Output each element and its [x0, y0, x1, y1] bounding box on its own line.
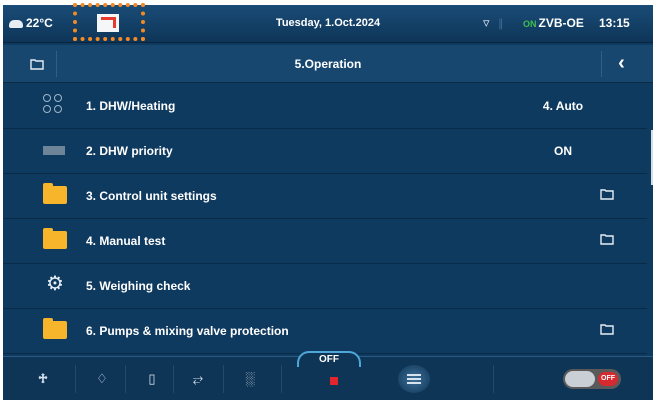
submenu-icon: [600, 189, 614, 200]
menu-item-pumps-protection[interactable]: 6. Pumps & mixing valve protection: [3, 309, 647, 354]
heating-mode-icon[interactable]: ♱: [23, 366, 63, 392]
signal-icon: ∥: [498, 18, 504, 30]
menu-item-label: 5. Weighing check: [86, 279, 191, 293]
device-on-badge: ON: [523, 19, 537, 29]
device-name: ZVB-OE: [538, 16, 584, 30]
cloud-icon: [9, 19, 23, 28]
divider: [281, 365, 282, 393]
menu-item-dhw-priority[interactable]: 2. DHW priority ON: [3, 129, 647, 174]
stop-icon[interactable]: [330, 377, 338, 385]
menu-item-value: 4. Auto: [542, 99, 584, 113]
page-title: 5.Operation: [294, 57, 362, 71]
folder-icon: [43, 228, 67, 249]
menu-button[interactable]: [398, 365, 430, 393]
outdoor-temperature: 22°C: [9, 16, 53, 30]
menu-item-weighing-check[interactable]: ⚙ 5. Weighing check: [3, 264, 647, 309]
toggle-knob: [565, 371, 595, 387]
clock: 13:15: [599, 16, 630, 30]
menu-item-control-unit-settings[interactable]: 3. Control unit settings: [3, 174, 647, 219]
flame-icon[interactable]: ♢: [89, 366, 115, 392]
date: Tuesday, 1.Oct.2024: [275, 17, 381, 29]
device-info: ON ZVB-OE: [523, 16, 584, 30]
pump-icon[interactable]: ⥂: [185, 366, 211, 392]
dhw-heating-icon: [43, 94, 63, 114]
menu-item-label: 6. Pumps & mixing valve protection: [86, 324, 289, 338]
folder-icon: [43, 318, 67, 339]
scrollbar[interactable]: [651, 130, 653, 185]
mode-off-label[interactable]: OFF: [297, 351, 361, 367]
folder-button[interactable]: [19, 51, 57, 77]
submenu-icon: [600, 234, 614, 245]
gear-icon: ⚙: [46, 273, 64, 295]
wifi-icon: ▿: [483, 15, 490, 30]
menu-item-manual-test[interactable]: 4. Manual test: [3, 219, 647, 264]
radiator-icon[interactable]: ░: [237, 366, 263, 392]
highlight-marker: [73, 3, 145, 41]
folder-icon: [43, 183, 67, 204]
menu-list: 1. DHW/Heating 4. Auto 2. DHW priority O…: [3, 84, 647, 354]
return-arrow-icon[interactable]: [97, 14, 119, 32]
menu-item-label: 2. DHW priority: [86, 144, 173, 158]
divider: [75, 365, 76, 393]
temperature-value: 22°C: [26, 16, 53, 30]
menu-item-label: 4. Manual test: [86, 234, 166, 248]
submenu-icon: [600, 324, 614, 335]
toggle-off-label: OFF: [598, 372, 618, 386]
power-toggle[interactable]: OFF: [563, 369, 621, 389]
menu-item-label: 1. DHW/Heating: [86, 99, 176, 113]
divider: [173, 365, 174, 393]
priority-icon: [43, 146, 65, 155]
divider: [223, 365, 224, 393]
bottom-bar: ♱ ♢ ▯ ⥂ ░ OFF OFF: [3, 351, 653, 400]
screen: 22°C Tuesday, 1.Oct.2024 ▿ ∥ ON ZVB-OE 13…: [3, 5, 653, 400]
back-button[interactable]: ‹: [601, 51, 641, 77]
divider: [493, 365, 494, 393]
menu-item-value: ON: [554, 144, 572, 158]
folder-outline-icon: [30, 59, 44, 70]
title-bar: 5.Operation ‹: [3, 45, 653, 83]
boiler-icon[interactable]: ▯: [139, 366, 165, 392]
divider: [125, 365, 126, 393]
menu-item-dhw-heating[interactable]: 1. DHW/Heating 4. Auto: [3, 84, 647, 129]
menu-item-label: 3. Control unit settings: [86, 189, 217, 203]
